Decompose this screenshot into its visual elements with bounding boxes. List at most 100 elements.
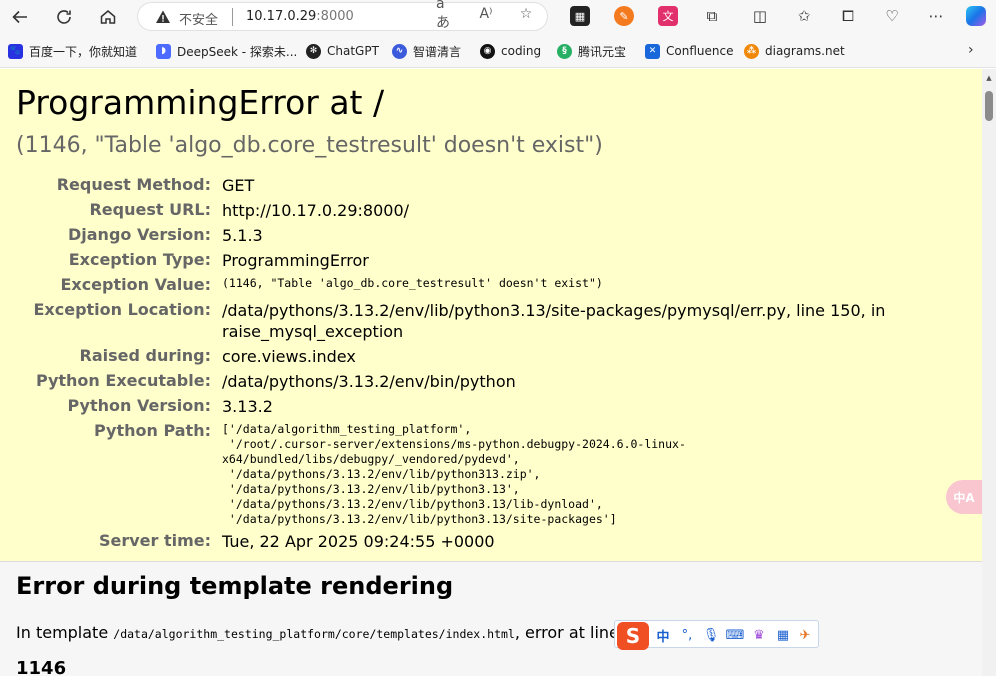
row-label: Python Executable:: [35, 371, 211, 390]
browser-essentials-icon[interactable]: ♡: [882, 6, 902, 26]
scroll-thumb[interactable]: [985, 91, 993, 121]
row-label: Server time:: [98, 531, 211, 550]
bookmark-diagrams[interactable]: ⁂ diagrams.net: [744, 42, 845, 60]
text-size-icon[interactable]: A⁾: [476, 4, 496, 24]
security-label[interactable]: 不安全: [179, 9, 218, 28]
path-line: '/data/pythons/3.13.2/env/lib/python3.13…: [222, 512, 617, 526]
bookmark-label: 智谱清言: [413, 44, 462, 59]
back-button[interactable]: [6, 3, 34, 31]
template-error-title: Error during template rendering: [16, 572, 454, 600]
diagrams-icon: ⁂: [744, 43, 759, 59]
bookmark-label: 百度一下，你就知道: [29, 44, 138, 59]
scroll-up-arrow-icon[interactable]: ▲: [985, 74, 993, 82]
row-value: core.views.index: [222, 347, 356, 366]
refresh-button[interactable]: [50, 3, 78, 31]
location-line-1: /data/pythons/3.13.2/env/lib/python3.13/…: [222, 301, 886, 320]
extension-orange-icon[interactable]: ✎: [614, 6, 634, 26]
skin-icon[interactable]: ♛: [750, 626, 768, 644]
row-label: Request Method:: [56, 175, 211, 194]
more-menu-icon[interactable]: ⋯: [926, 6, 946, 26]
page-title: ProgrammingError at /: [16, 83, 385, 122]
bookmarks-bar: 🐾 百度一下，你就知道 ◗ DeepSeek - 探索未... ✻ ChatGPT ∿…: [0, 34, 996, 68]
row-label: Exception Type:: [68, 250, 211, 269]
collections-icon[interactable]: ⧠: [838, 6, 858, 26]
row-value: 3.13.2: [222, 397, 273, 416]
ime-mascot-icon[interactable]: ✈: [796, 626, 814, 644]
template-error-location: In template /data/algorithm_testing_plat…: [16, 623, 619, 642]
template-prefix: In template: [16, 623, 114, 642]
path-line: '/data/pythons/3.13.2/env/lib/python313.…: [222, 467, 541, 481]
bookmark-yuanbao[interactable]: § 腾讯元宝: [557, 42, 626, 60]
floating-translate-button[interactable]: 中A: [946, 480, 982, 514]
read-aloud-icon[interactable]: aあ: [436, 0, 456, 31]
bookmark-label: coding: [501, 44, 542, 58]
row-label: Exception Value:: [60, 275, 211, 294]
page-content: ProgrammingError at / (1146, "Table 'alg…: [0, 69, 982, 676]
row-value: http://10.17.0.29:8000/: [222, 201, 410, 220]
extension-tiles-icon[interactable]: ▦: [570, 6, 590, 26]
home-icon: [100, 10, 116, 24]
bookmark-chatgpt[interactable]: ✻ ChatGPT: [306, 42, 379, 60]
row-label: Exception Location:: [33, 300, 211, 319]
template-error-section: Error during template rendering In templ…: [0, 562, 982, 676]
row-value: Tue, 22 Apr 2025 09:24:55 +0000: [222, 532, 495, 551]
url-text[interactable]: 10.17.0.29:8000: [246, 9, 354, 24]
row-label: Raised during:: [79, 346, 211, 365]
toolbox-grid-icon[interactable]: ▦: [774, 626, 792, 644]
url-port: :8000: [316, 9, 354, 24]
split-screen-icon[interactable]: ◫: [750, 6, 770, 26]
bookmark-label: ChatGPT: [327, 44, 379, 58]
bookmark-baidu[interactable]: 🐾 百度一下，你就知道: [8, 42, 137, 60]
translate-label: 中A: [953, 490, 975, 505]
row-label: Python Path:: [94, 421, 211, 440]
path-line: '/data/pythons/3.13.2/env/lib/python3.13…: [222, 482, 520, 496]
row-value: /data/pythons/3.13.2/env/bin/python: [222, 372, 516, 391]
path-line: ['/data/algorithm_testing_platform',: [222, 422, 472, 436]
row-label: Python Version:: [67, 396, 211, 415]
favorites-icon[interactable]: ✩: [794, 6, 814, 26]
page-scrollbar[interactable]: ▲: [982, 69, 996, 676]
bookmark-deepseek[interactable]: ◗ DeepSeek - 探索未...: [156, 42, 297, 60]
row-label: Request URL:: [89, 200, 211, 219]
template-line-number: 1146: [16, 658, 67, 676]
row-value: (1146, "Table 'algo_db.core_testresult' …: [222, 276, 603, 290]
extensions-puzzle-icon[interactable]: ⧉: [702, 6, 722, 26]
bookmark-label: diagrams.net: [765, 44, 845, 58]
row-value: GET: [222, 176, 255, 195]
row-value: ['/data/algorithm_testing_platform', '/r…: [222, 422, 686, 527]
confluence-icon: ✕: [645, 43, 660, 59]
ime-mode-toggle[interactable]: 中: [654, 626, 672, 645]
bookmark-confluence[interactable]: ✕ Confluence: [645, 42, 733, 60]
deepseek-icon: ◗: [156, 43, 171, 59]
ime-punctuation-toggle[interactable]: °,: [678, 626, 696, 644]
chatgpt-icon: ✻: [306, 43, 321, 59]
sogou-logo-icon[interactable]: S: [617, 622, 649, 650]
url-host: 10.17.0.29: [246, 9, 317, 24]
copilot-icon[interactable]: [966, 6, 986, 26]
favorite-star-icon[interactable]: ☆: [516, 4, 536, 24]
yuanbao-icon: §: [557, 43, 572, 59]
bookmark-label: 腾讯元宝: [578, 44, 627, 59]
ime-toolbar[interactable]: S 中 °, 🎙 ⌨ ♛ ▦ ✈: [614, 620, 819, 650]
coding-icon: ◉: [480, 43, 495, 59]
template-suffix: , error at line: [514, 623, 619, 642]
back-arrow-icon: [12, 10, 27, 24]
location-line-2: raise_mysql_exception: [222, 322, 404, 341]
refresh-icon: [57, 10, 71, 24]
home-button[interactable]: [94, 3, 122, 31]
row-value: ProgrammingError: [222, 251, 369, 270]
bookmarks-overflow-chevron-icon[interactable]: ›: [968, 42, 984, 60]
baidu-icon: 🐾: [8, 43, 23, 59]
keyboard-icon[interactable]: ⌨: [726, 626, 745, 644]
browser-toolbar: 不安全 10.17.0.29:8000 aあ A⁾ ☆ ▦ ✎ 文 ⧉ ◫ ✩ …: [0, 0, 996, 34]
bookmark-coding[interactable]: ◉ coding: [480, 42, 541, 60]
path-line: x64/bundled/libs/debugpy/_vendored/pydev…: [222, 452, 520, 466]
row-value: 5.1.3: [222, 226, 263, 245]
microphone-icon[interactable]: 🎙: [702, 626, 720, 644]
bookmark-label: Confluence: [666, 44, 734, 58]
translate-extension-icon[interactable]: 文: [658, 6, 678, 26]
bookmark-zhipu[interactable]: ∿ 智谱清言: [392, 42, 461, 60]
row-value: /data/pythons/3.13.2/env/lib/python3.13/…: [222, 300, 885, 342]
bookmark-label: DeepSeek - 探索未...: [177, 44, 298, 59]
error-summary: ProgrammingError at / (1146, "Table 'alg…: [0, 69, 982, 562]
